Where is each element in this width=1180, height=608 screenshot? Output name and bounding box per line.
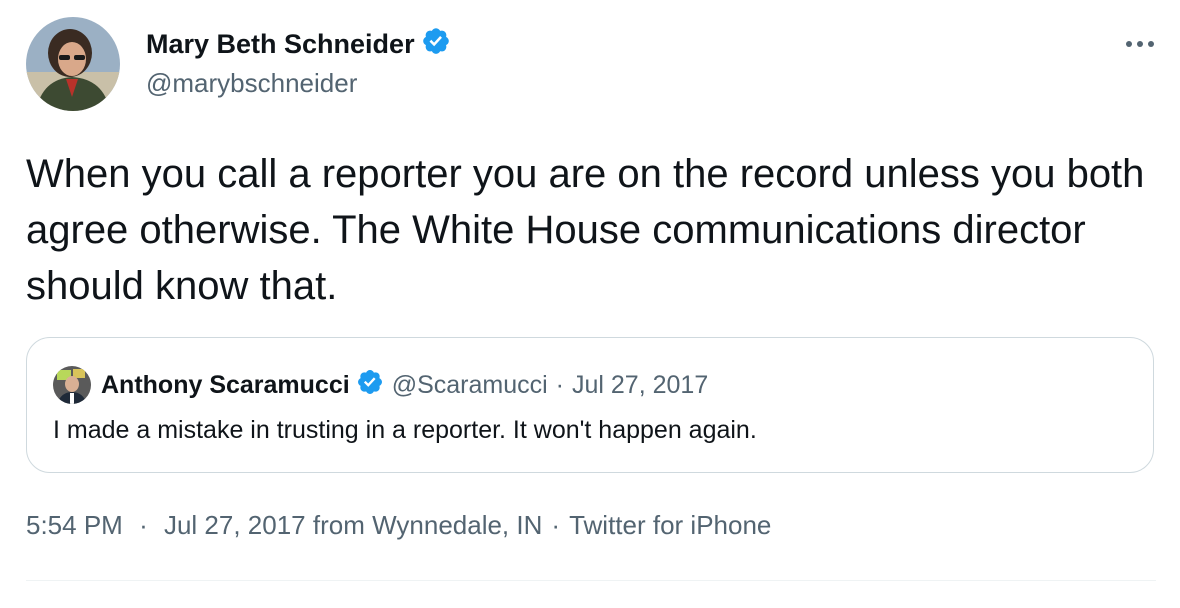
meta-separator: · (139, 510, 148, 540)
tweet-time: 5:54 PM (26, 510, 123, 540)
more-options-icon[interactable] (1122, 30, 1158, 58)
tweet-meta: 5:54 PM · Jul 27, 2017 from Wynnedale, I… (26, 510, 771, 541)
verified-badge-icon (421, 26, 451, 63)
quoted-author-avatar[interactable] (53, 366, 91, 404)
quoted-tweet-card[interactable]: Anthony Scaramucci @Scaramucci · Jul 27,… (26, 337, 1154, 473)
quoted-verified-badge-icon (356, 368, 384, 403)
tweet-source-link[interactable]: Twitter for iPhone (569, 510, 771, 541)
quoted-separator: · (555, 370, 564, 399)
author-name[interactable]: Mary Beth Schneider (146, 26, 451, 63)
tweet-date-location: Jul 27, 2017 from Wynnedale, IN (163, 510, 543, 540)
divider (26, 580, 1156, 581)
quoted-author-handle[interactable]: @Scaramucci (392, 371, 548, 400)
author-handle[interactable]: @marybschneider (146, 68, 357, 99)
meta-separator-2: · (551, 510, 561, 540)
quoted-author-name[interactable]: Anthony Scaramucci (101, 371, 350, 400)
tweet-timestamp-link[interactable]: 5:54 PM · Jul 27, 2017 from Wynnedale, I… (26, 510, 542, 541)
quoted-tweet-text: I made a mistake in trusting in a report… (53, 416, 757, 444)
tweet-text: When you call a reporter you are on the … (26, 152, 1145, 308)
author-name-text: Mary Beth Schneider (146, 29, 415, 59)
quoted-tweet-date[interactable]: Jul 27, 2017 (572, 371, 708, 400)
quoted-tweet-header: Anthony Scaramucci @Scaramucci · Jul 27,… (53, 366, 708, 404)
author-avatar[interactable] (26, 17, 120, 111)
